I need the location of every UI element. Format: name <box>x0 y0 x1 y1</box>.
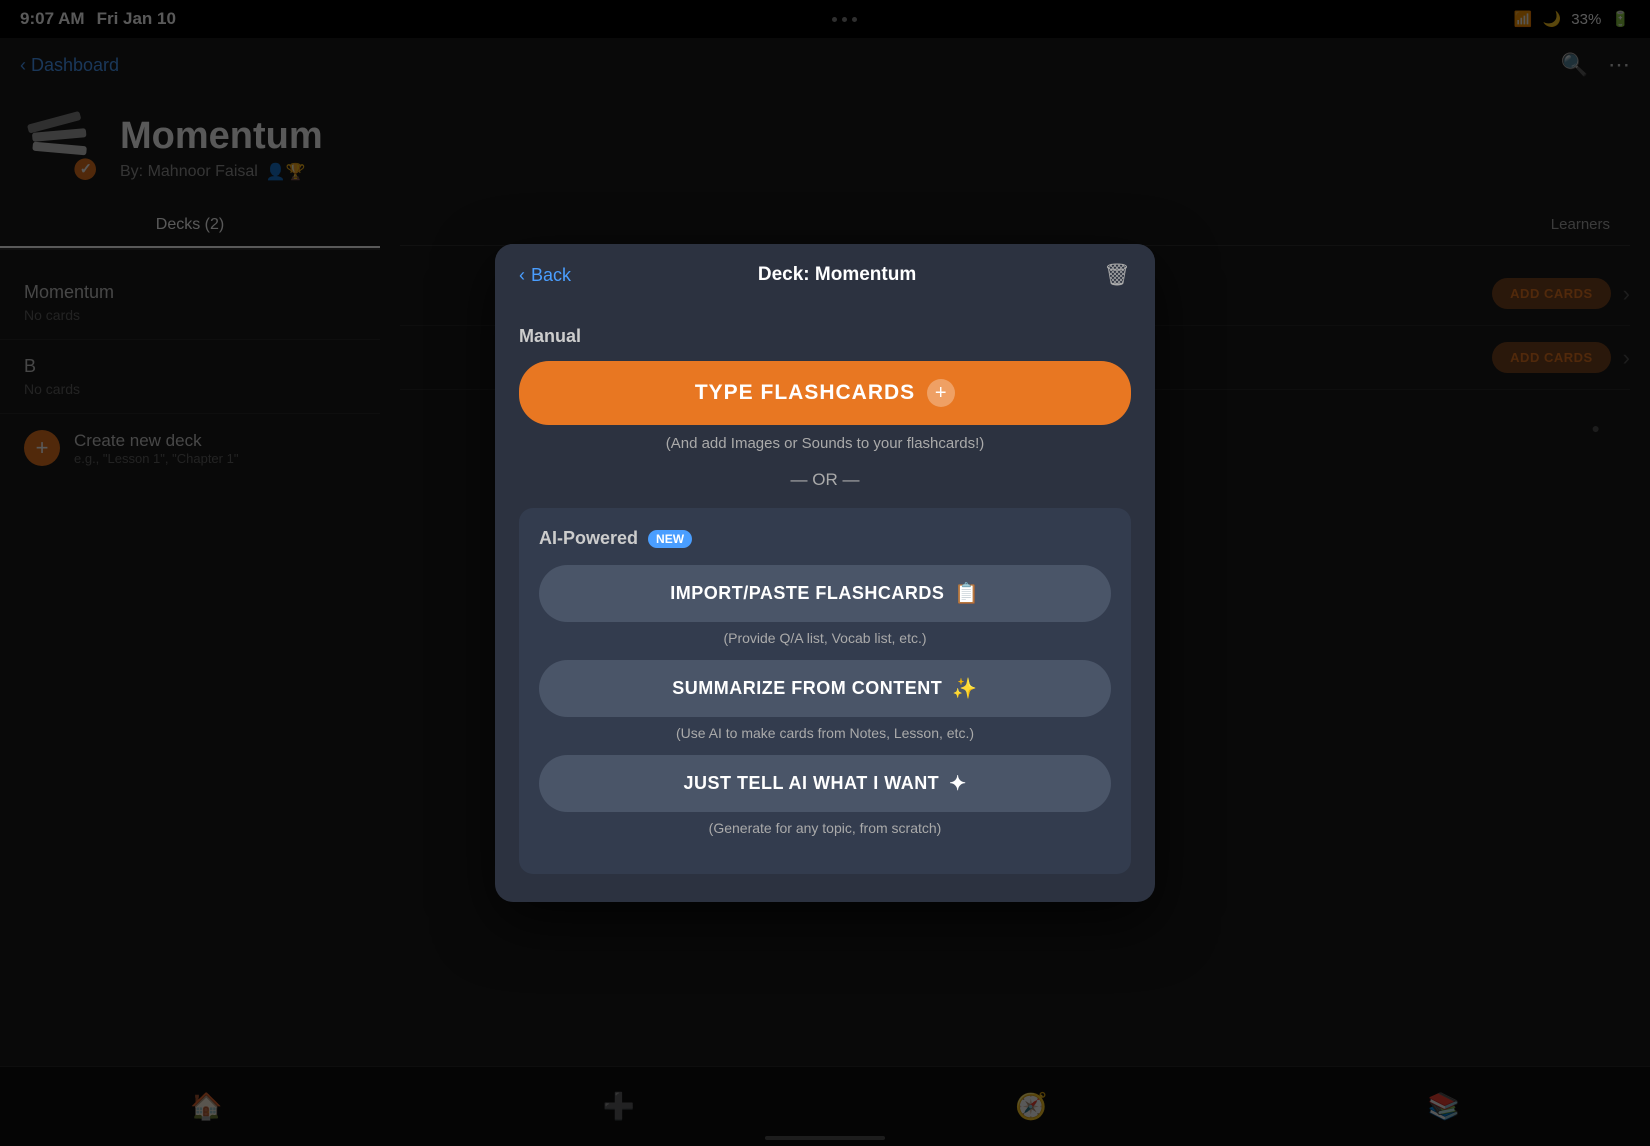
tell-ai-hint: (Generate for any topic, from scratch) <box>539 820 1111 836</box>
or-divider: — OR — <box>519 470 1131 490</box>
summarize-icon: ✨ <box>952 676 977 701</box>
modal-body: Manual TYPE FLASHCARDS + (And add Images… <box>495 306 1155 902</box>
add-cards-modal: ‹ Back Deck: Momentum 🗑 Manual TYPE FLAS… <box>495 244 1155 902</box>
import-paste-button[interactable]: IMPORT/PASTE FLASHCARDS 📋 <box>539 565 1111 622</box>
import-icon: 📋 <box>954 581 979 606</box>
import-paste-label: IMPORT/PASTE FLASHCARDS <box>670 583 944 604</box>
modal-back-button[interactable]: ‹ Back <box>519 265 571 286</box>
modal-back-label: Back <box>531 265 571 286</box>
modal-back-chevron-icon: ‹ <box>519 265 525 286</box>
type-flashcards-button[interactable]: TYPE FLASHCARDS + <box>519 361 1131 425</box>
type-flashcards-plus-icon: + <box>927 379 955 407</box>
ai-section-label: AI-Powered <box>539 528 638 549</box>
modal-overlay[interactable]: ‹ Back Deck: Momentum 🗑 Manual TYPE FLAS… <box>0 0 1650 1146</box>
tell-ai-button[interactable]: JUST TELL AI WHAT I WANT ✦ <box>539 755 1111 812</box>
manual-section-label: Manual <box>519 326 1131 347</box>
modal-title: Deck: Momentum <box>758 264 916 286</box>
tell-ai-label: JUST TELL AI WHAT I WANT <box>684 773 940 794</box>
type-flashcards-label: TYPE FLASHCARDS <box>695 381 915 405</box>
summarize-button[interactable]: SUMMARIZE FROM CONTENT ✨ <box>539 660 1111 717</box>
modal-header: ‹ Back Deck: Momentum 🗑 <box>495 244 1155 306</box>
summarize-label: SUMMARIZE FROM CONTENT <box>672 678 942 699</box>
ai-label-row: AI-Powered NEW <box>539 528 1111 549</box>
trash-icon[interactable]: 🗑 <box>1103 262 1131 288</box>
ai-section: AI-Powered NEW IMPORT/PASTE FLASHCARDS 📋… <box>519 508 1131 874</box>
type-flashcards-hint: (And add Images or Sounds to your flashc… <box>519 435 1131 452</box>
summarize-hint: (Use AI to make cards from Notes, Lesson… <box>539 725 1111 741</box>
new-badge: NEW <box>648 530 692 548</box>
tell-ai-icon: ✦ <box>949 771 966 796</box>
import-hint: (Provide Q/A list, Vocab list, etc.) <box>539 630 1111 646</box>
